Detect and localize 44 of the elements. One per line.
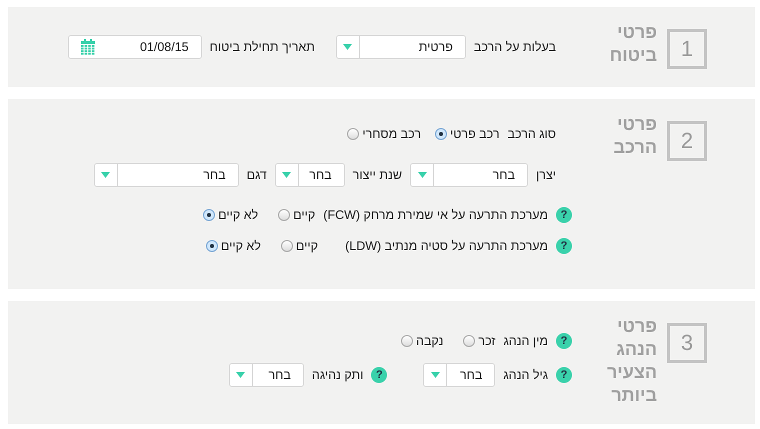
radio-option[interactable]: קיים	[278, 208, 316, 222]
caret-icon	[418, 172, 427, 178]
help-icon[interactable]: ?	[371, 367, 388, 383]
radio-option[interactable]: קיים	[280, 239, 318, 253]
caret-icon	[282, 172, 292, 178]
caret-icon	[430, 372, 440, 378]
radio-option[interactable]: זכר	[463, 334, 496, 348]
field-label: סוג הרכב	[508, 127, 556, 141]
field-label: מערכת התרעה על אי שמירת מרחק (FCW)	[323, 208, 548, 222]
section-title: פרטי הרכב	[614, 113, 657, 159]
section-title: פרטי הנהג הצעיר ביותר	[606, 315, 657, 407]
date-field[interactable]: 01/08/15	[68, 35, 202, 59]
radio-option[interactable]: לא קיים	[206, 239, 261, 253]
field-label: מין הנהג	[503, 334, 548, 348]
step-number: 3	[667, 323, 707, 363]
dropdown[interactable]: פרטית	[336, 35, 466, 59]
field-label: דגם	[246, 168, 267, 182]
field-label: יצרן	[536, 168, 556, 182]
caret-icon	[236, 372, 246, 378]
dropdown[interactable]: בחר	[410, 163, 528, 187]
field-label: גיל הנהג	[503, 368, 548, 382]
field-label: ותק נהיגה	[312, 368, 364, 382]
dropdown[interactable]: בחר	[228, 363, 304, 387]
field-label: בעלות על הרכב	[474, 40, 556, 54]
dropdown[interactable]: בחר	[274, 163, 345, 187]
radio-option[interactable]: נקבה	[401, 334, 444, 348]
dropdown[interactable]: בחר	[423, 363, 496, 387]
radio-option[interactable]: לא קיים	[203, 208, 258, 222]
calendar-icon	[80, 39, 95, 55]
help-icon[interactable]: ?	[556, 238, 572, 254]
field-label: תאריך תחילת ביטוח	[210, 40, 315, 54]
help-icon[interactable]: ?	[556, 333, 572, 349]
dropdown[interactable]: בחר	[94, 163, 239, 187]
help-icon[interactable]: ?	[556, 207, 572, 223]
section-title: פרטי ביטוח	[610, 21, 657, 67]
step-number: 2	[667, 121, 707, 161]
caret-icon	[101, 172, 110, 178]
radio-option[interactable]: רכב פרטי	[435, 127, 500, 141]
caret-icon	[343, 44, 352, 50]
field-label: שנת ייצור	[352, 168, 402, 182]
radio-option[interactable]: רכב מסחרי	[347, 127, 421, 141]
step-number: 1	[667, 29, 707, 69]
field-label: מערכת התרעה על סטיה מנתיב (LDW)	[344, 239, 548, 253]
help-icon[interactable]: ?	[556, 367, 572, 383]
